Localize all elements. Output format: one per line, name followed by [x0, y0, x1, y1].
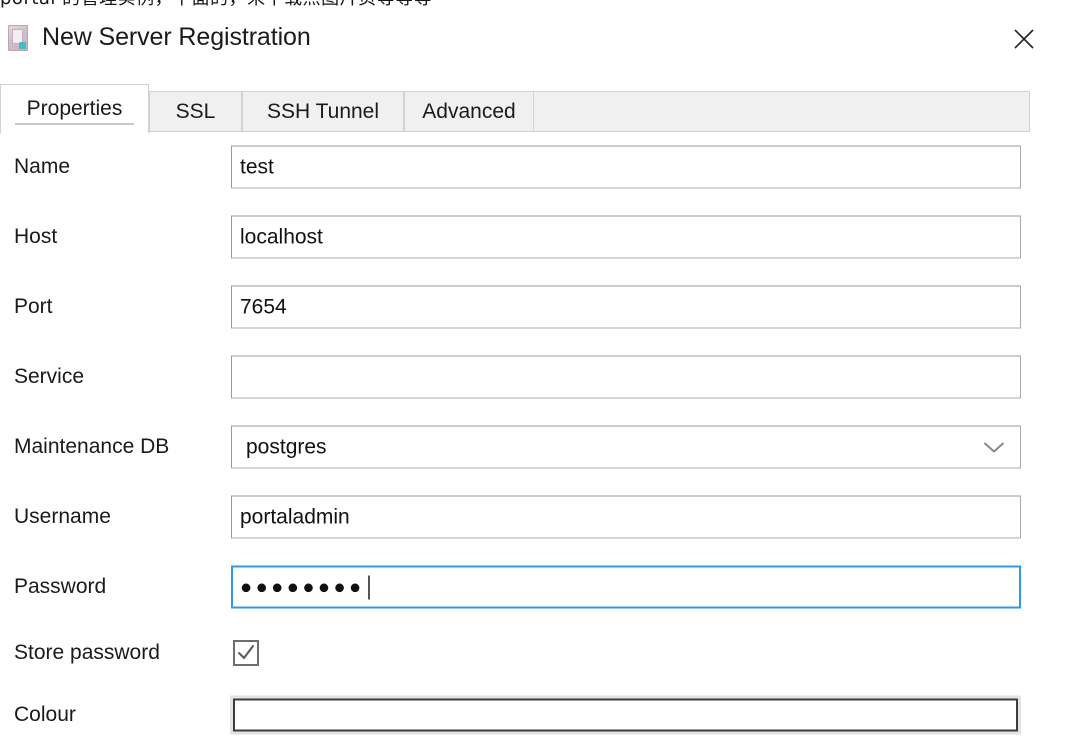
tab-content-divider [0, 131, 1030, 132]
store-password-checkbox[interactable] [233, 640, 259, 666]
background-page-text: portal 的管理实例，下面的，来下载点图片页等等等 [0, 0, 1065, 14]
server-icon [8, 24, 28, 51]
row-name: Name test [0, 132, 1065, 202]
colour-picker-button[interactable] [230, 695, 1021, 735]
name-input[interactable]: test [231, 145, 1021, 189]
row-port: Port 7654 [0, 272, 1065, 342]
username-label: Username [14, 505, 111, 528]
store-password-label: Store password [14, 641, 160, 664]
port-label: Port [14, 295, 53, 318]
row-colour: Colour [0, 684, 1065, 746]
tab-properties[interactable]: Properties [0, 84, 149, 134]
username-input[interactable]: portaladmin [231, 495, 1021, 539]
row-service: Service [0, 342, 1065, 412]
dialog-titlebar: New Server Registration [0, 14, 1065, 61]
row-store-password: Store password [0, 622, 1065, 684]
port-input-value: 7654 [240, 295, 287, 319]
password-input-value: ●●●●●●●● [240, 576, 365, 598]
tab-bar: Properties SSL SSH Tunnel Advanced [0, 75, 1030, 134]
check-icon [238, 645, 254, 659]
row-host: Host localhost [0, 202, 1065, 272]
row-username: Username portaladmin [0, 482, 1065, 552]
row-maintenance-db: Maintenance DB postgres [0, 412, 1065, 482]
username-input-value: portaladmin [240, 505, 350, 529]
tab-ssh-tunnel-label: SSH Tunnel [266, 100, 380, 123]
text-caret [367, 575, 370, 599]
maintenance-db-label: Maintenance DB [14, 435, 170, 458]
tab-ssl-label: SSL [175, 100, 216, 123]
row-password: Password ●●●●●●●● [0, 552, 1065, 622]
host-input-value: localhost [240, 225, 323, 249]
password-input[interactable]: ●●●●●●●● [231, 565, 1021, 609]
password-label: Password [14, 575, 107, 598]
service-label: Service [14, 365, 85, 388]
tab-advanced[interactable]: Advanced [404, 91, 534, 132]
port-input[interactable]: 7654 [231, 285, 1021, 329]
name-input-value: test [240, 155, 274, 179]
dialog-title: New Server Registration [42, 23, 311, 51]
host-label: Host [14, 225, 58, 248]
tab-ssl[interactable]: SSL [149, 91, 242, 132]
maintenance-db-select[interactable]: postgres [231, 425, 1021, 469]
colour-label: Colour [14, 703, 76, 726]
name-label: Name [14, 155, 71, 178]
tab-ssh-tunnel[interactable]: SSH Tunnel [242, 91, 404, 132]
maintenance-db-value: postgres [246, 435, 327, 459]
background-text-line: portal 的管理实例，下面的，来下载点图片页等等等 [0, 0, 432, 10]
service-input[interactable] [231, 355, 1021, 399]
tab-advanced-label: Advanced [422, 100, 516, 123]
new-server-registration-dialog: New Server Registration Properties SSL S… [0, 14, 1065, 735]
tab-active-underline [15, 123, 134, 125]
properties-form: Name test Host localhost Port 7654 Servi… [0, 132, 1065, 746]
chevron-down-icon[interactable] [968, 440, 1020, 454]
close-icon[interactable] [1005, 20, 1043, 58]
host-input[interactable]: localhost [231, 215, 1021, 259]
tab-properties-label: Properties [26, 97, 123, 120]
